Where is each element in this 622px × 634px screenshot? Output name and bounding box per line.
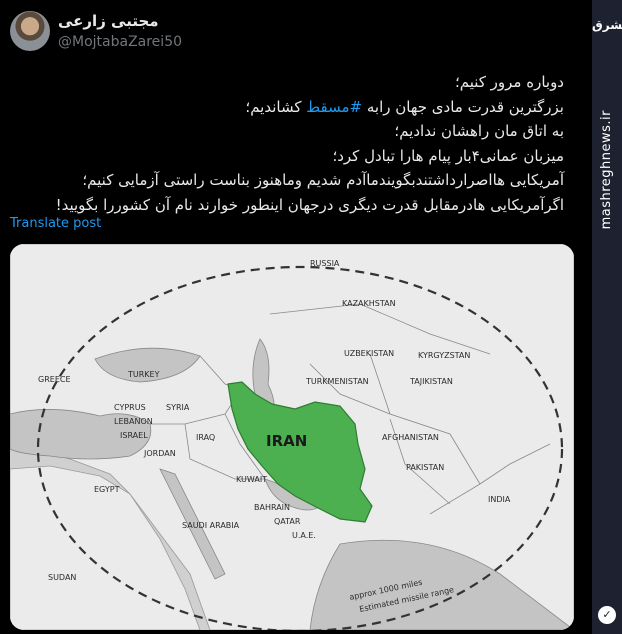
avatar[interactable]	[10, 11, 50, 51]
site-logo: مشرق	[592, 18, 622, 32]
badge-icon: ✓	[598, 606, 616, 624]
label-afghanistan: AFGHANISTAN	[382, 433, 439, 442]
label-kyrgyzstan: KYRGYZSTAN	[418, 351, 470, 360]
label-tajikistan: TAJIKISTAN	[409, 377, 453, 386]
attached-map-image[interactable]: IRAN RUSSIA KAZAKHSTAN UZBEKISTAN KYRGYZ…	[10, 244, 574, 630]
translate-post-link[interactable]: Translate post	[10, 216, 101, 231]
site-name: mashreghnews.ir	[599, 110, 614, 230]
label-syria: SYRIA	[166, 403, 190, 412]
display-name[interactable]: مجتبی زارعی	[58, 12, 159, 30]
label-kazakhstan: KAZAKHSTAN	[342, 299, 396, 308]
tweet-line-2-start: بزرگترین قدرت مادی جهان رابه	[362, 97, 564, 116]
hashtag-link[interactable]: #مسقط	[306, 98, 362, 116]
tweet-post: مجتبی زارعی @MojtabaZarei50 دوباره مرور …	[0, 0, 592, 634]
label-uae: U.A.E.	[292, 531, 316, 540]
map-svg: IRAN RUSSIA KAZAKHSTAN UZBEKISTAN KYRGYZ…	[10, 244, 574, 630]
label-jordan: JORDAN	[143, 449, 176, 458]
iran-label: IRAN	[266, 432, 307, 450]
label-uzbekistan: UZBEKISTAN	[344, 349, 394, 358]
label-greece: GREECE	[38, 375, 71, 384]
tweet-line-2-end: کشاندیم؛	[245, 97, 307, 116]
label-sudan: SUDAN	[48, 573, 76, 582]
label-turkey: TURKEY	[127, 370, 160, 379]
label-kuwait: KUWAIT	[236, 475, 267, 484]
tweet-line-4: میزبان عمانی۴بار پیام هارا تبادل کرد؛	[332, 146, 564, 165]
label-turkmenistan: TURKMENISTAN	[305, 377, 369, 386]
tweet-line-5: آمریکایی هااصرارداشتندبگویندماآدم شدیم و…	[82, 171, 564, 189]
label-pakistan: PAKISTAN	[406, 463, 444, 472]
tweet-text: دوباره مرور کنیم؛ بزرگترین قدرت مادی جها…	[4, 70, 564, 217]
label-bahrain: BAHRAIN	[254, 503, 290, 512]
label-india: INDIA	[488, 495, 511, 504]
watermark-rail: مشرق mashreghnews.ir ✓	[592, 0, 622, 634]
label-saudi-arabia: SAUDI ARABIA	[182, 521, 240, 530]
tweet-line-3: به اتاق مان راهشان ندادیم؛	[394, 122, 564, 140]
label-cyprus: CYPRUS	[114, 403, 146, 412]
user-handle[interactable]: @MojtabaZarei50	[58, 34, 182, 50]
tweet-line-6: اگرآمریکایی هادرمقابل قدرت دیگری درجهان …	[55, 195, 564, 214]
label-lebanon: LEBANON	[114, 417, 153, 426]
tweet-line-1: دوباره مرور کنیم؛	[454, 73, 564, 91]
label-iraq: IRAQ	[196, 433, 215, 442]
label-qatar: QATAR	[274, 517, 301, 526]
tweet-line-2: بزرگترین قدرت مادی جهان رابه #مسقط کشاند…	[4, 95, 564, 120]
label-russia: RUSSIA	[310, 259, 340, 268]
label-israel: ISRAEL	[120, 431, 148, 440]
label-egypt: EGYPT	[94, 485, 120, 494]
